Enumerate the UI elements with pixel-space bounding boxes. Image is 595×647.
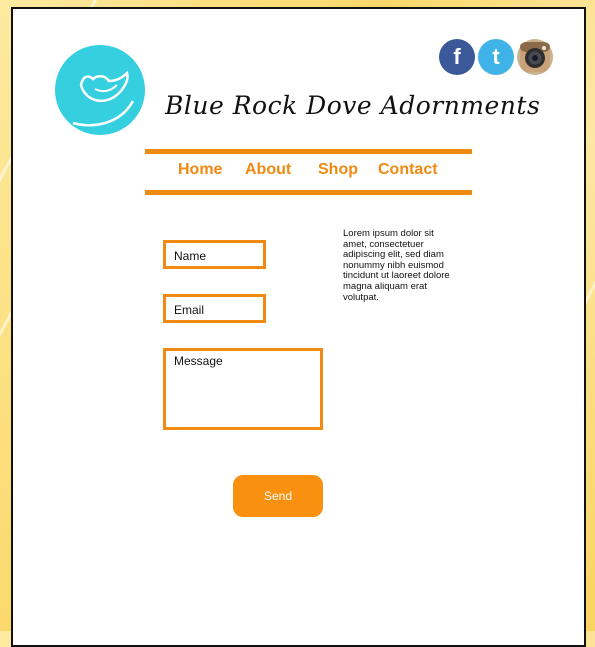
facebook-icon[interactable]: f xyxy=(439,39,475,75)
email-field-placeholder: Email xyxy=(174,303,205,317)
email-field[interactable]: Email xyxy=(163,294,266,323)
main-navigation: Home About Shop Contact xyxy=(145,149,472,195)
message-field[interactable]: Message xyxy=(163,348,323,430)
page-frame: Blue Rock Dove Adornments f t Home About… xyxy=(11,7,586,647)
nav-home-link[interactable]: Home xyxy=(178,161,222,179)
instagram-icon[interactable] xyxy=(517,39,553,75)
twitter-icon[interactable]: t xyxy=(478,39,514,75)
message-field-placeholder: Message xyxy=(174,354,223,368)
name-field-placeholder: Name xyxy=(174,249,207,263)
nav-about-link[interactable]: About xyxy=(245,161,291,179)
nav-shop-link[interactable]: Shop xyxy=(318,161,358,179)
nav-contact-link[interactable]: Contact xyxy=(378,161,438,179)
facebook-glyph: f xyxy=(453,44,461,69)
name-field[interactable]: Name xyxy=(163,240,266,269)
info-text: Lorem ipsum dolor sit amet, consectetuer… xyxy=(343,228,450,303)
site-title: Blue Rock Dove Adornments xyxy=(165,91,541,120)
send-button-label: Send xyxy=(263,489,293,503)
twitter-glyph: t xyxy=(492,44,500,69)
send-button[interactable]: Send xyxy=(233,475,323,517)
dove-logo-icon[interactable] xyxy=(55,45,145,135)
